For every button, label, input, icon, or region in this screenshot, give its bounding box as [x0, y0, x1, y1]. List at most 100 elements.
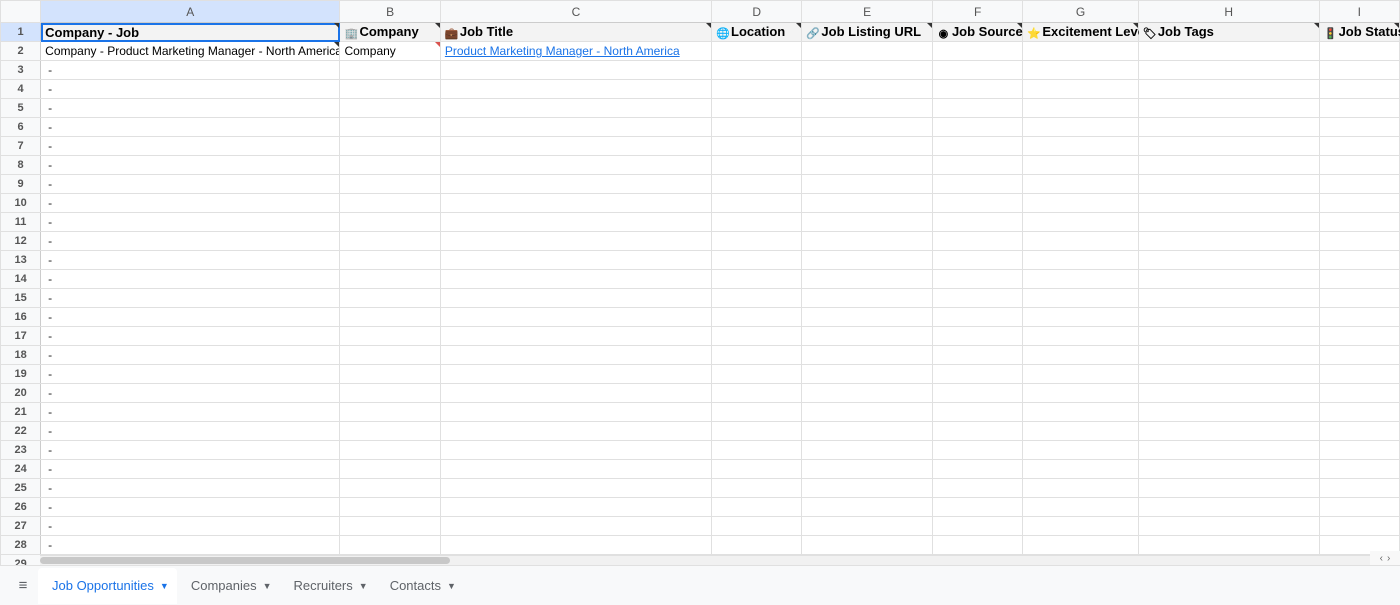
- cell-A9[interactable]: -: [41, 175, 340, 194]
- all-sheets-menu-icon[interactable]: ≡: [8, 577, 38, 594]
- cell-B24[interactable]: [340, 460, 440, 479]
- cell-E5[interactable]: [802, 99, 933, 118]
- row-header-10[interactable]: 10: [1, 194, 41, 213]
- cell-C11[interactable]: [440, 213, 711, 232]
- cell-A6[interactable]: -: [41, 118, 340, 137]
- cell-G2[interactable]: [1023, 42, 1138, 61]
- cell-G9[interactable]: [1023, 175, 1138, 194]
- row-header-1[interactable]: 1: [1, 23, 41, 42]
- cell-D17[interactable]: [712, 327, 802, 346]
- cell-D6[interactable]: [712, 118, 802, 137]
- cell-I7[interactable]: [1319, 137, 1399, 156]
- cell-E8[interactable]: [802, 156, 933, 175]
- header-cell-I[interactable]: 🚦Job Status: [1319, 23, 1399, 42]
- cell-H24[interactable]: [1138, 460, 1319, 479]
- cell-C8[interactable]: [440, 156, 711, 175]
- cell-F12[interactable]: [932, 232, 1022, 251]
- row-header-26[interactable]: 26: [1, 498, 41, 517]
- cell-E28[interactable]: [802, 536, 933, 555]
- cell-C23[interactable]: [440, 441, 711, 460]
- cell-D27[interactable]: [712, 517, 802, 536]
- cell-E21[interactable]: [802, 403, 933, 422]
- cell-A27[interactable]: -: [41, 517, 340, 536]
- cell-A19[interactable]: -: [41, 365, 340, 384]
- cell-D24[interactable]: [712, 460, 802, 479]
- cell-F4[interactable]: [932, 80, 1022, 99]
- cell-F10[interactable]: [932, 194, 1022, 213]
- spreadsheet-grid[interactable]: ABCDEFGHI 1Company - Job🏢Company💼Job Tit…: [0, 0, 1400, 565]
- row-header-25[interactable]: 25: [1, 479, 41, 498]
- row-header-3[interactable]: 3: [1, 61, 41, 80]
- cell-G23[interactable]: [1023, 441, 1138, 460]
- row-header-19[interactable]: 19: [1, 365, 41, 384]
- cell-I20[interactable]: [1319, 384, 1399, 403]
- cell-H27[interactable]: [1138, 517, 1319, 536]
- cell-C2[interactable]: Product Marketing Manager - North Americ…: [440, 42, 711, 61]
- row-header-22[interactable]: 22: [1, 422, 41, 441]
- cell-F23[interactable]: [932, 441, 1022, 460]
- cell-C27[interactable]: [440, 517, 711, 536]
- cell-D5[interactable]: [712, 99, 802, 118]
- sheet-tab-job-opportunities[interactable]: Job Opportunities ▼: [38, 568, 177, 604]
- cell-E12[interactable]: [802, 232, 933, 251]
- tab-dropdown-icon[interactable]: ▼: [160, 581, 169, 591]
- cell-I24[interactable]: [1319, 460, 1399, 479]
- header-cell-F[interactable]: ◉Job Source: [932, 23, 1022, 42]
- row-header-11[interactable]: 11: [1, 213, 41, 232]
- cell-G26[interactable]: [1023, 498, 1138, 517]
- cell-note-marker[interactable]: [796, 23, 801, 28]
- cell-D10[interactable]: [712, 194, 802, 213]
- cell-C15[interactable]: [440, 289, 711, 308]
- cell-F25[interactable]: [932, 479, 1022, 498]
- row-header-5[interactable]: 5: [1, 99, 41, 118]
- cell-D19[interactable]: [712, 365, 802, 384]
- cell-A21[interactable]: -: [41, 403, 340, 422]
- cell-G3[interactable]: [1023, 61, 1138, 80]
- cell-C20[interactable]: [440, 384, 711, 403]
- row-header-12[interactable]: 12: [1, 232, 41, 251]
- cell-note-marker[interactable]: [706, 23, 711, 28]
- cell-G17[interactable]: [1023, 327, 1138, 346]
- cell-F20[interactable]: [932, 384, 1022, 403]
- column-header-G[interactable]: G: [1023, 1, 1138, 23]
- cell-note-marker[interactable]: [1314, 23, 1319, 28]
- cell-F14[interactable]: [932, 270, 1022, 289]
- cell-C4[interactable]: [440, 80, 711, 99]
- cell-D22[interactable]: [712, 422, 802, 441]
- tab-dropdown-icon[interactable]: ▼: [447, 581, 456, 591]
- cell-E7[interactable]: [802, 137, 933, 156]
- cell-B19[interactable]: [340, 365, 440, 384]
- cell-I26[interactable]: [1319, 498, 1399, 517]
- cell-note-marker[interactable]: [1394, 23, 1399, 28]
- cell-E18[interactable]: [802, 346, 933, 365]
- cell-F26[interactable]: [932, 498, 1022, 517]
- cell-G4[interactable]: [1023, 80, 1138, 99]
- cell-A8[interactable]: -: [41, 156, 340, 175]
- cell-C24[interactable]: [440, 460, 711, 479]
- row-header-21[interactable]: 21: [1, 403, 41, 422]
- cell-H21[interactable]: [1138, 403, 1319, 422]
- cell-H11[interactable]: [1138, 213, 1319, 232]
- cell-H3[interactable]: [1138, 61, 1319, 80]
- cell-H9[interactable]: [1138, 175, 1319, 194]
- cell-I21[interactable]: [1319, 403, 1399, 422]
- cell-E17[interactable]: [802, 327, 933, 346]
- cell-B20[interactable]: [340, 384, 440, 403]
- cell-A25[interactable]: -: [41, 479, 340, 498]
- cell-C22[interactable]: [440, 422, 711, 441]
- row-header-23[interactable]: 23: [1, 441, 41, 460]
- cell-I10[interactable]: [1319, 194, 1399, 213]
- cell-C17[interactable]: [440, 327, 711, 346]
- row-header-16[interactable]: 16: [1, 308, 41, 327]
- cell-F8[interactable]: [932, 156, 1022, 175]
- cell-C21[interactable]: [440, 403, 711, 422]
- cell-G18[interactable]: [1023, 346, 1138, 365]
- row-header-7[interactable]: 7: [1, 137, 41, 156]
- cell-D20[interactable]: [712, 384, 802, 403]
- cell-H12[interactable]: [1138, 232, 1319, 251]
- cell-B5[interactable]: [340, 99, 440, 118]
- cell-I11[interactable]: [1319, 213, 1399, 232]
- cell-A23[interactable]: -: [41, 441, 340, 460]
- cell-A14[interactable]: -: [41, 270, 340, 289]
- cell-H2[interactable]: [1138, 42, 1319, 61]
